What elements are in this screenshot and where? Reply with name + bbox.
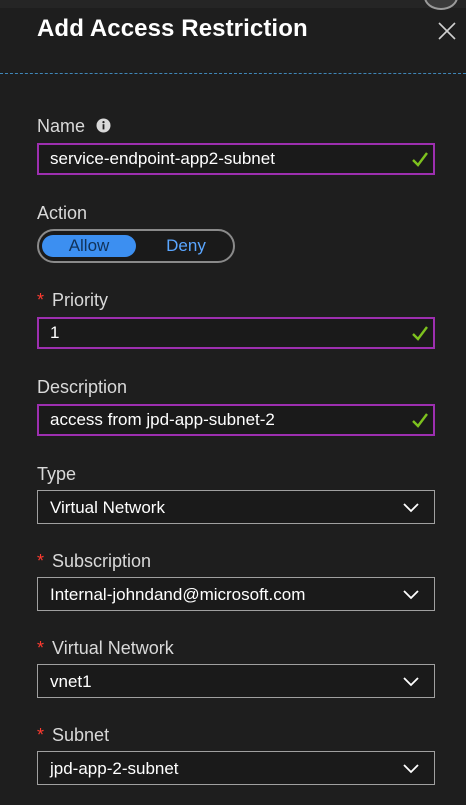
subscription-label: * Subscription <box>37 551 151 572</box>
priority-label-text: Priority <box>52 290 109 310</box>
required-marker: * <box>37 290 45 310</box>
subnet-select-value: jpd-app-2-subnet <box>50 759 179 778</box>
close-button[interactable] <box>434 18 460 44</box>
chevron-down-icon <box>403 590 419 600</box>
virtual-network-select-value: vnet1 <box>50 672 92 691</box>
check-icon <box>412 152 428 167</box>
priority-input[interactable]: 1 <box>37 317 435 349</box>
type-select[interactable]: Virtual Network <box>37 490 435 524</box>
virtual-network-label-text: Virtual Network <box>52 638 174 658</box>
info-icon[interactable] <box>96 118 111 133</box>
chevron-down-icon <box>403 677 419 687</box>
allow-option[interactable]: Allow <box>42 235 136 257</box>
name-input-value: service-endpoint-app2-subnet <box>50 149 275 168</box>
page-title: Add Access Restriction <box>37 15 308 42</box>
type-label: Type <box>37 464 77 484</box>
header-divider <box>0 73 466 74</box>
virtual-network-select[interactable]: vnet1 <box>37 664 435 698</box>
required-marker: * <box>37 551 45 571</box>
name-input[interactable]: service-endpoint-app2-subnet <box>37 143 435 175</box>
deny-option[interactable]: Deny <box>143 235 229 257</box>
required-marker: * <box>37 638 45 658</box>
description-input[interactable]: access from jpd-app-subnet-2 <box>37 404 435 436</box>
close-icon <box>438 22 456 40</box>
description-label: Description <box>37 377 128 397</box>
name-label: Name <box>37 116 111 137</box>
virtual-network-label: * Virtual Network <box>37 638 174 659</box>
chevron-down-icon <box>403 503 419 513</box>
chevron-down-icon <box>403 764 419 774</box>
subscription-select[interactable]: Internal-johndand@microsoft.com <box>37 577 435 611</box>
subscription-label-text: Subscription <box>52 551 152 571</box>
subscription-select-value: Internal-johndand@microsoft.com <box>50 585 306 604</box>
action-toggle[interactable]: Allow Deny <box>37 229 235 263</box>
required-marker: * <box>37 725 45 745</box>
description-input-value: access from jpd-app-subnet-2 <box>50 410 275 429</box>
priority-label: * Priority <box>37 290 108 311</box>
subnet-label-text: Subnet <box>52 725 110 745</box>
panel-header: Add Access Restriction <box>0 0 466 74</box>
check-icon <box>412 326 428 341</box>
priority-input-value: 1 <box>50 323 60 342</box>
type-select-value: Virtual Network <box>50 498 165 517</box>
add-access-restriction-panel: Add Access Restriction Name service-endp… <box>0 0 466 805</box>
name-label-text: Name <box>37 116 86 136</box>
action-label: Action <box>37 203 88 223</box>
subnet-label: * Subnet <box>37 725 109 746</box>
check-icon <box>412 413 428 428</box>
subnet-select[interactable]: jpd-app-2-subnet <box>37 751 435 785</box>
